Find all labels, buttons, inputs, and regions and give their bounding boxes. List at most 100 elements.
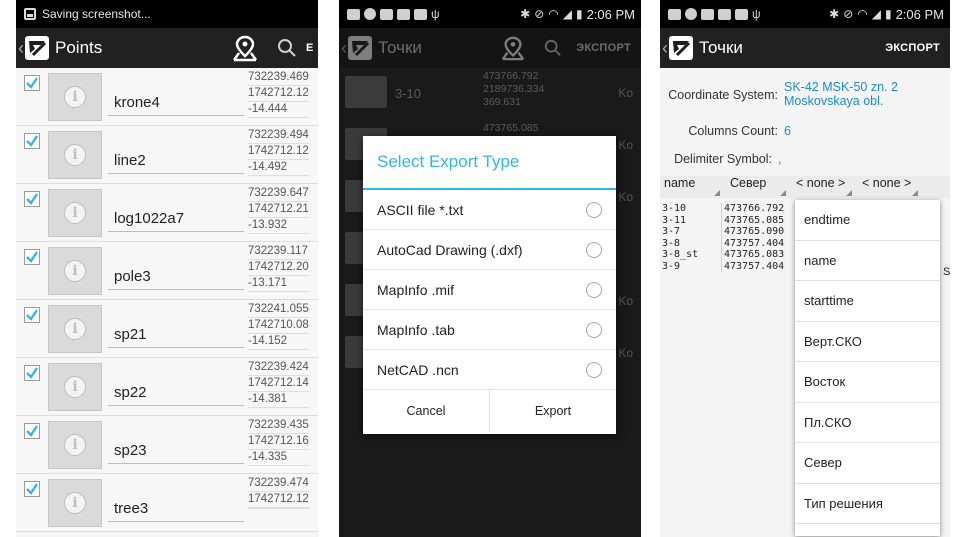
column-spinner[interactable]: name xyxy=(660,176,726,198)
delimiter-value[interactable]: , xyxy=(778,152,781,166)
action-bar: ‹ Точки ЭКСПОРТ xyxy=(339,28,641,68)
export-option[interactable]: AutoCad Drawing (.dxf) xyxy=(363,230,616,270)
export-option[interactable]: MapInfo .mif xyxy=(363,270,616,310)
home-button[interactable]: ‹ xyxy=(339,36,372,60)
export-action-cut[interactable]: E xyxy=(306,42,318,54)
delimiter-label: Delimiter Symbol: xyxy=(674,152,772,166)
notification-icon xyxy=(414,8,427,20)
column-spinner[interactable]: Север xyxy=(726,176,792,198)
list-item[interactable]: i log1022a7 732239.647 1742712.21 -13.932 xyxy=(16,184,318,242)
radio-button[interactable] xyxy=(586,241,602,258)
coordinate-value: 732239.474 xyxy=(248,476,309,492)
row-checkbox[interactable] xyxy=(24,307,40,323)
radio-button[interactable] xyxy=(586,281,602,298)
coordinate-value: 1742712.12 xyxy=(248,86,309,102)
radio-button[interactable] xyxy=(586,201,602,218)
point-code: Ko xyxy=(618,294,633,308)
page-title: Точки xyxy=(378,38,422,57)
point-coordinates: 732239.494 1742712.12 -14.492 xyxy=(248,128,309,176)
export-action[interactable]: ЭКСПОРТ xyxy=(885,42,950,54)
usb-icon: ψ xyxy=(431,7,440,21)
point-coordinates: 732239.117 1742712.20 -13.171 xyxy=(248,244,309,292)
coordinate-value: 473766.792 xyxy=(483,70,539,82)
table-row: 3-11 473765.085 xyxy=(662,214,794,226)
search-icon[interactable] xyxy=(272,33,302,63)
row-checkbox[interactable] xyxy=(24,481,40,497)
table-row: 3-9 473757.404 xyxy=(662,260,794,272)
columns-count-value[interactable]: 6 xyxy=(784,124,791,138)
list-item[interactable]: i line2 732239.494 1742712.12 -14.492 xyxy=(16,126,318,184)
export-option[interactable]: ASCII file *.txt xyxy=(363,190,616,230)
back-chevron-icon: ‹ xyxy=(341,37,347,58)
table-cell: 473765.085 xyxy=(724,214,785,226)
list-item[interactable]: i sp21 732241.055 1742710.08 -14.152 xyxy=(16,300,318,358)
list-item[interactable]: i sp22 732239.424 1742712.14 -14.381 xyxy=(16,358,318,416)
table-cell: 3-10 xyxy=(662,203,722,215)
delimiter-row: Delimiter Symbol: , xyxy=(660,152,950,166)
coordinate-value: 732239.117 xyxy=(248,244,309,260)
export-option[interactable]: MapInfo .tab xyxy=(363,310,616,350)
list-item: 3-10 473766.792 2189736.334 369.631 Ko xyxy=(339,68,641,120)
info-icon: i xyxy=(64,202,86,224)
column-spinner[interactable]: < none > xyxy=(858,176,924,198)
info-icon: i xyxy=(64,376,86,398)
table-row: 3-8 473757.404 xyxy=(662,237,794,249)
export-option-label: ASCII file *.txt xyxy=(377,201,464,218)
radio-button[interactable] xyxy=(586,361,602,378)
row-checkbox[interactable] xyxy=(24,133,40,149)
dropdown-item[interactable]: name xyxy=(795,241,940,281)
status-bar: ψ ✱ ⊘ ◠ ◢ ▮ 2:06 PM xyxy=(339,0,641,28)
export-option[interactable]: NetCAD .ncn xyxy=(363,350,616,390)
columns-count-row: Columns Count: 6 xyxy=(660,124,950,138)
export-action[interactable]: ЭКСПОРТ xyxy=(576,42,641,54)
table-cell: 473757.404 xyxy=(724,237,785,249)
row-checkbox[interactable] xyxy=(24,249,40,265)
table-row: 3-10 473766.792 xyxy=(662,203,794,215)
coordinate-value: 732239.469 xyxy=(248,70,309,86)
info-icon: i xyxy=(64,434,86,456)
home-button[interactable]: ‹ xyxy=(16,36,49,60)
page-title: Точки xyxy=(699,38,743,57)
battery-icon: ▮ xyxy=(884,7,892,21)
dropdown-item[interactable]: Восток xyxy=(795,362,940,403)
dropdown-item[interactable]: Пл.СКО xyxy=(795,403,940,443)
row-checkbox[interactable] xyxy=(24,365,40,381)
point-code: Ko xyxy=(618,138,633,152)
search-icon[interactable] xyxy=(538,33,568,63)
dropdown-item[interactable]: endtime xyxy=(795,200,940,241)
row-checkbox[interactable] xyxy=(24,75,40,91)
coordinate-system-label: Coordinate System: xyxy=(668,88,778,102)
export-option-label: MapInfo .mif xyxy=(377,281,455,298)
dropdown-item[interactable]: Север xyxy=(795,443,940,484)
radio-button[interactable] xyxy=(586,321,602,338)
row-checkbox[interactable] xyxy=(24,191,40,207)
bluetooth-icon: ✱ xyxy=(520,7,531,21)
list-item[interactable]: i tree3 732239.474 1742712.12 xyxy=(16,474,318,532)
notification-icon xyxy=(397,8,410,20)
map-pin-icon[interactable] xyxy=(498,33,528,63)
screenshot-icon xyxy=(24,8,36,20)
dropdown-item[interactable]: starttime xyxy=(795,281,940,322)
export-button[interactable]: Export xyxy=(490,390,616,432)
status-bar: Saving screenshot... xyxy=(16,0,318,28)
columns-count-label: Columns Count: xyxy=(688,124,778,138)
column-spinner[interactable]: < none > xyxy=(792,176,858,198)
coordinate-system-value[interactable]: SK-42 MSK-50 zn. 2 Moskovskaya obl. xyxy=(784,80,924,108)
coordinate-value: 2189736.334 xyxy=(483,83,545,95)
list-item[interactable]: i krone4 732239.469 1742712.12 -14.444 xyxy=(16,68,318,126)
table-cell: 3-11 xyxy=(662,214,722,226)
cancel-button[interactable]: Cancel xyxy=(363,390,490,432)
home-button[interactable]: ‹ xyxy=(660,36,693,60)
coordinate-value: 1742710.08 xyxy=(248,318,309,334)
map-pin-icon[interactable] xyxy=(230,33,260,63)
table-cell: 473765.090 xyxy=(724,226,785,237)
dropdown-item[interactable]: Верт.СКО xyxy=(795,322,940,362)
coordinate-value: 732239.647 xyxy=(248,186,309,202)
coordinate-value: 1742712.14 xyxy=(248,376,309,392)
list-item[interactable]: i pole3 732239.117 1742712.20 -13.171 xyxy=(16,242,318,300)
row-checkbox[interactable] xyxy=(24,423,40,439)
export-type-dialog: Select Export Type ASCII file *.txt AutoC… xyxy=(363,136,616,434)
dropdown-item[interactable]: Тип решения xyxy=(795,484,940,524)
coordinate-value: 473765.085 xyxy=(483,122,539,134)
list-item[interactable]: i sp23 732239.435 1742712.16 -14.335 xyxy=(16,416,318,474)
